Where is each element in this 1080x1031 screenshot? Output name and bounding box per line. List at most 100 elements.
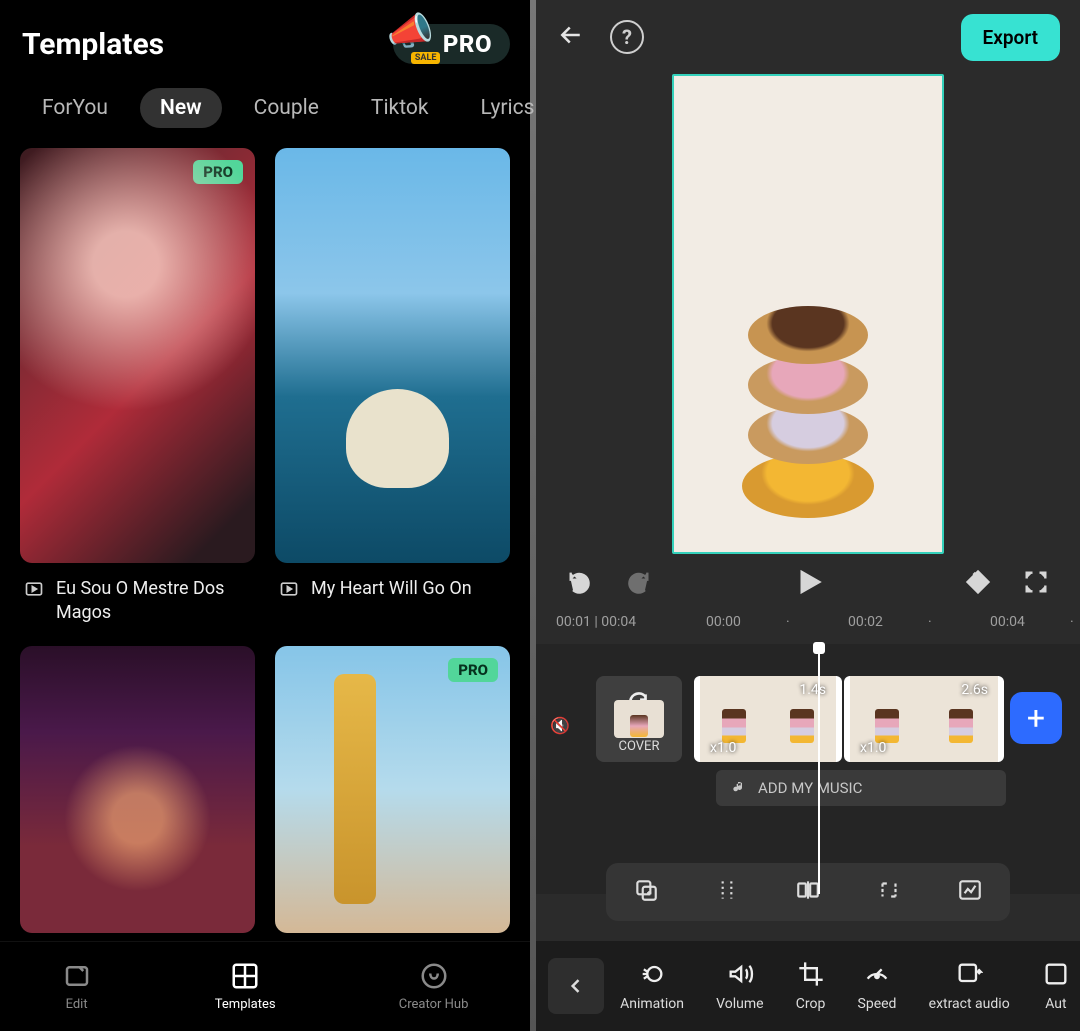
playhead[interactable]: [818, 644, 820, 894]
templates-panel: Templates 📣 SALE PRO ForYou New Couple T…: [0, 0, 530, 1031]
add-clip-button[interactable]: +: [1010, 692, 1062, 744]
play-icon: [793, 567, 823, 597]
time-ruler: 00:01 | 00:04 00:00 · 00:02 · 00:04 ·: [536, 614, 1080, 644]
tool-animation[interactable]: Animation: [620, 960, 684, 1012]
tab-tiktok[interactable]: Tiktok: [351, 88, 449, 128]
chevron-left-icon: [566, 976, 586, 996]
video-preview[interactable]: [672, 74, 944, 554]
video-clip[interactable]: 2.6s x1.0: [844, 676, 1004, 762]
back-button[interactable]: [556, 20, 586, 54]
templates-grid: PRO Eu Sou O Mestre Dos Magos My Heart W…: [0, 148, 530, 1031]
clip-duration: 1.4s: [799, 682, 826, 698]
keyframe-button[interactable]: [964, 568, 992, 600]
fullscreen-icon: [1022, 568, 1050, 596]
tool-strip: Animation Volume Crop Speed extract audi…: [536, 941, 1080, 1031]
preview-content: [748, 356, 868, 414]
category-tabs: ForYou New Couple Tiktok Lyrics: [0, 74, 530, 148]
time-tick-dot: ·: [928, 614, 932, 630]
clip-duration: 2.6s: [961, 682, 988, 698]
play-button[interactable]: [793, 567, 823, 601]
add-music-label: ADD MY MUSIC: [758, 779, 862, 797]
video-icon: [24, 579, 44, 599]
time-current: 00:01 | 00:04: [556, 614, 636, 630]
nav-edit[interactable]: Edit: [62, 961, 92, 1012]
playback-controls: [536, 554, 1080, 614]
nav-label: Edit: [66, 997, 88, 1012]
undo-button[interactable]: [566, 568, 594, 600]
trim-icon: [876, 877, 902, 903]
split-button[interactable]: [714, 877, 740, 907]
fullscreen-button[interactable]: [1022, 568, 1050, 600]
tool-speed[interactable]: Speed: [858, 960, 897, 1012]
tab-foryou[interactable]: ForYou: [22, 88, 128, 128]
bottom-nav: Edit Templates Creator Hub: [0, 941, 530, 1031]
tool-auto[interactable]: Aut: [1042, 960, 1070, 1012]
template-title: Eu Sou O Mestre Dos Magos: [56, 577, 251, 626]
redo-button[interactable]: [624, 568, 652, 600]
video-icon: [279, 579, 299, 599]
chart-icon: [957, 877, 983, 903]
template-card[interactable]: My Heart Will Go On: [275, 148, 510, 626]
tool-back-button[interactable]: [548, 958, 604, 1014]
tool-label: Speed: [858, 996, 897, 1012]
plus-icon: +: [1027, 699, 1045, 737]
time-tick: 00:00: [706, 614, 741, 630]
tool-label: Volume: [716, 996, 763, 1012]
pro-sale-chip[interactable]: 📣 SALE PRO: [393, 24, 510, 64]
pro-badge: PRO: [193, 160, 243, 184]
megaphone-icon: 📣: [387, 10, 434, 54]
editor-header: ? Export: [536, 0, 1080, 74]
duplicate-icon: [633, 877, 659, 903]
template-title: My Heart Will Go On: [311, 577, 472, 601]
duplicate-button[interactable]: [633, 877, 659, 907]
cover-label: COVER: [619, 739, 660, 754]
edit-icon: [62, 961, 92, 991]
template-thumbnail: PRO: [20, 148, 255, 563]
tool-label: extract audio: [929, 996, 1010, 1012]
help-button[interactable]: ?: [610, 20, 644, 54]
sale-badge: SALE: [411, 52, 441, 64]
tab-couple[interactable]: Couple: [234, 88, 339, 128]
template-card[interactable]: PRO: [275, 646, 510, 933]
templates-header: Templates 📣 SALE PRO: [0, 0, 530, 74]
timeline[interactable]: 🔇 COVER 1.4s x1.0 2.6s x1.0 ADD MY MUSIC: [536, 644, 1080, 894]
preview-content: [748, 406, 868, 464]
template-thumbnail: PRO: [275, 646, 510, 933]
editor-panel: ? Export 00:01 | 00:04 00:00 · 00:02 ·: [536, 0, 1080, 1031]
nav-creator-hub[interactable]: Creator Hub: [399, 961, 469, 1012]
clip-speed: x1.0: [710, 740, 736, 756]
music-note-icon: [730, 780, 746, 796]
export-button[interactable]: Export: [961, 14, 1060, 61]
nav-templates[interactable]: Templates: [215, 961, 276, 1012]
crop-icon: [797, 960, 825, 988]
quick-tools-bar: [606, 863, 1010, 921]
template-card[interactable]: PRO Eu Sou O Mestre Dos Magos: [20, 148, 255, 626]
tool-crop[interactable]: Crop: [796, 960, 826, 1012]
split-icon: [714, 877, 740, 903]
pro-badge: PRO: [448, 658, 498, 682]
undo-icon: [566, 568, 594, 596]
tool-extract-audio[interactable]: extract audio: [929, 960, 1010, 1012]
nav-label: Creator Hub: [399, 997, 469, 1012]
time-tick: 00:04: [990, 614, 1025, 630]
extract-audio-icon: [955, 960, 983, 988]
question-icon: ?: [622, 25, 632, 49]
clip-speed: x1.0: [860, 740, 886, 756]
tool-volume[interactable]: Volume: [716, 960, 763, 1012]
time-tick-dot: ·: [1070, 614, 1074, 630]
template-card[interactable]: [20, 646, 255, 933]
creator-hub-icon: [419, 961, 449, 991]
volume-icon: [726, 960, 754, 988]
page-title: Templates: [22, 27, 164, 62]
trim-button[interactable]: [876, 877, 902, 907]
add-music-button[interactable]: ADD MY MUSIC: [716, 770, 1006, 806]
tab-new[interactable]: New: [140, 88, 222, 128]
speed-icon: [863, 960, 891, 988]
cover-clip[interactable]: COVER: [596, 676, 682, 762]
pro-label: PRO: [443, 30, 492, 58]
filter-button[interactable]: [957, 877, 983, 907]
nav-label: Templates: [215, 997, 276, 1012]
templates-icon: [230, 961, 260, 991]
time-tick-dot: ·: [786, 614, 790, 630]
tool-label: Aut: [1045, 996, 1066, 1012]
